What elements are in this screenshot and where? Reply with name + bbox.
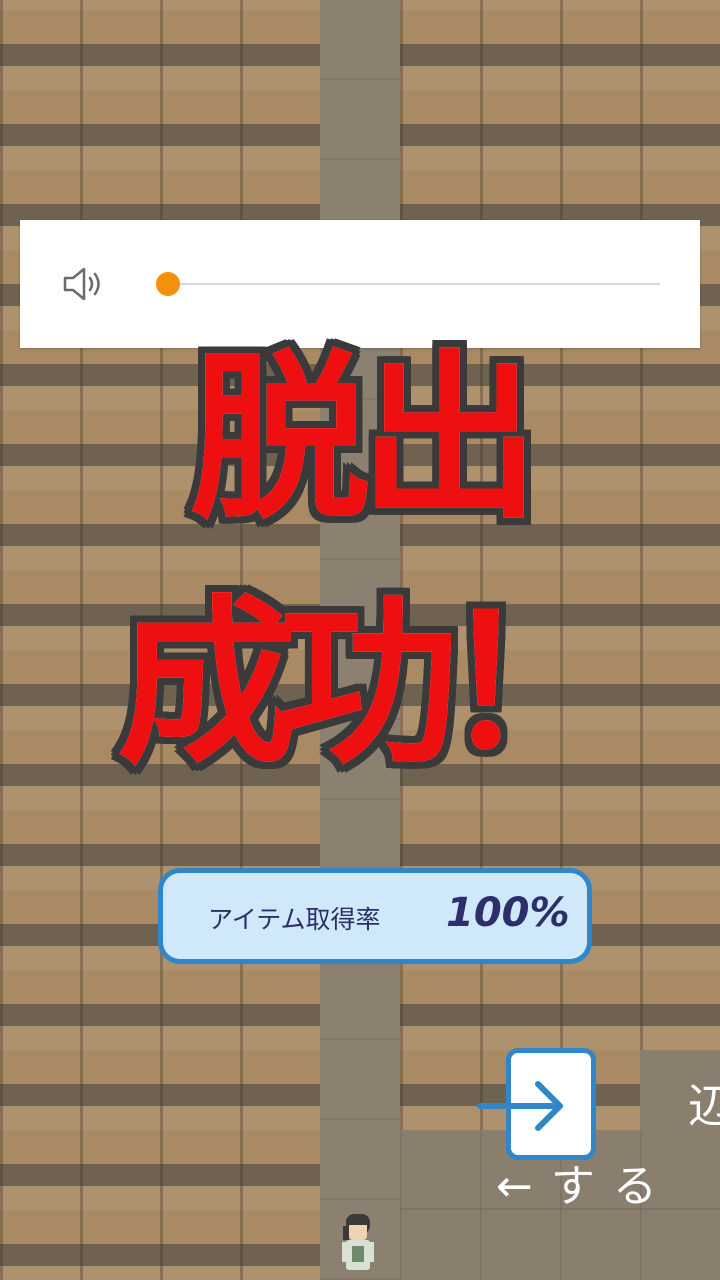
item-rate-value: 100%: [446, 890, 570, 936]
item-rate-label: アイテム取得率: [208, 905, 381, 934]
player-character: [342, 1214, 374, 1270]
exit-arrow-icon[interactable]: [476, 1078, 572, 1134]
title-success: 成功！: [114, 577, 624, 792]
hint-text: ←する: [496, 1161, 675, 1212]
speaker-icon[interactable]: [62, 264, 108, 304]
title-escape: 脱出: [187, 335, 543, 544]
volume-slider-track[interactable]: [168, 283, 660, 285]
volume-slider-thumb[interactable]: [156, 272, 180, 296]
side-text-glyph: 辺: [688, 1079, 720, 1133]
